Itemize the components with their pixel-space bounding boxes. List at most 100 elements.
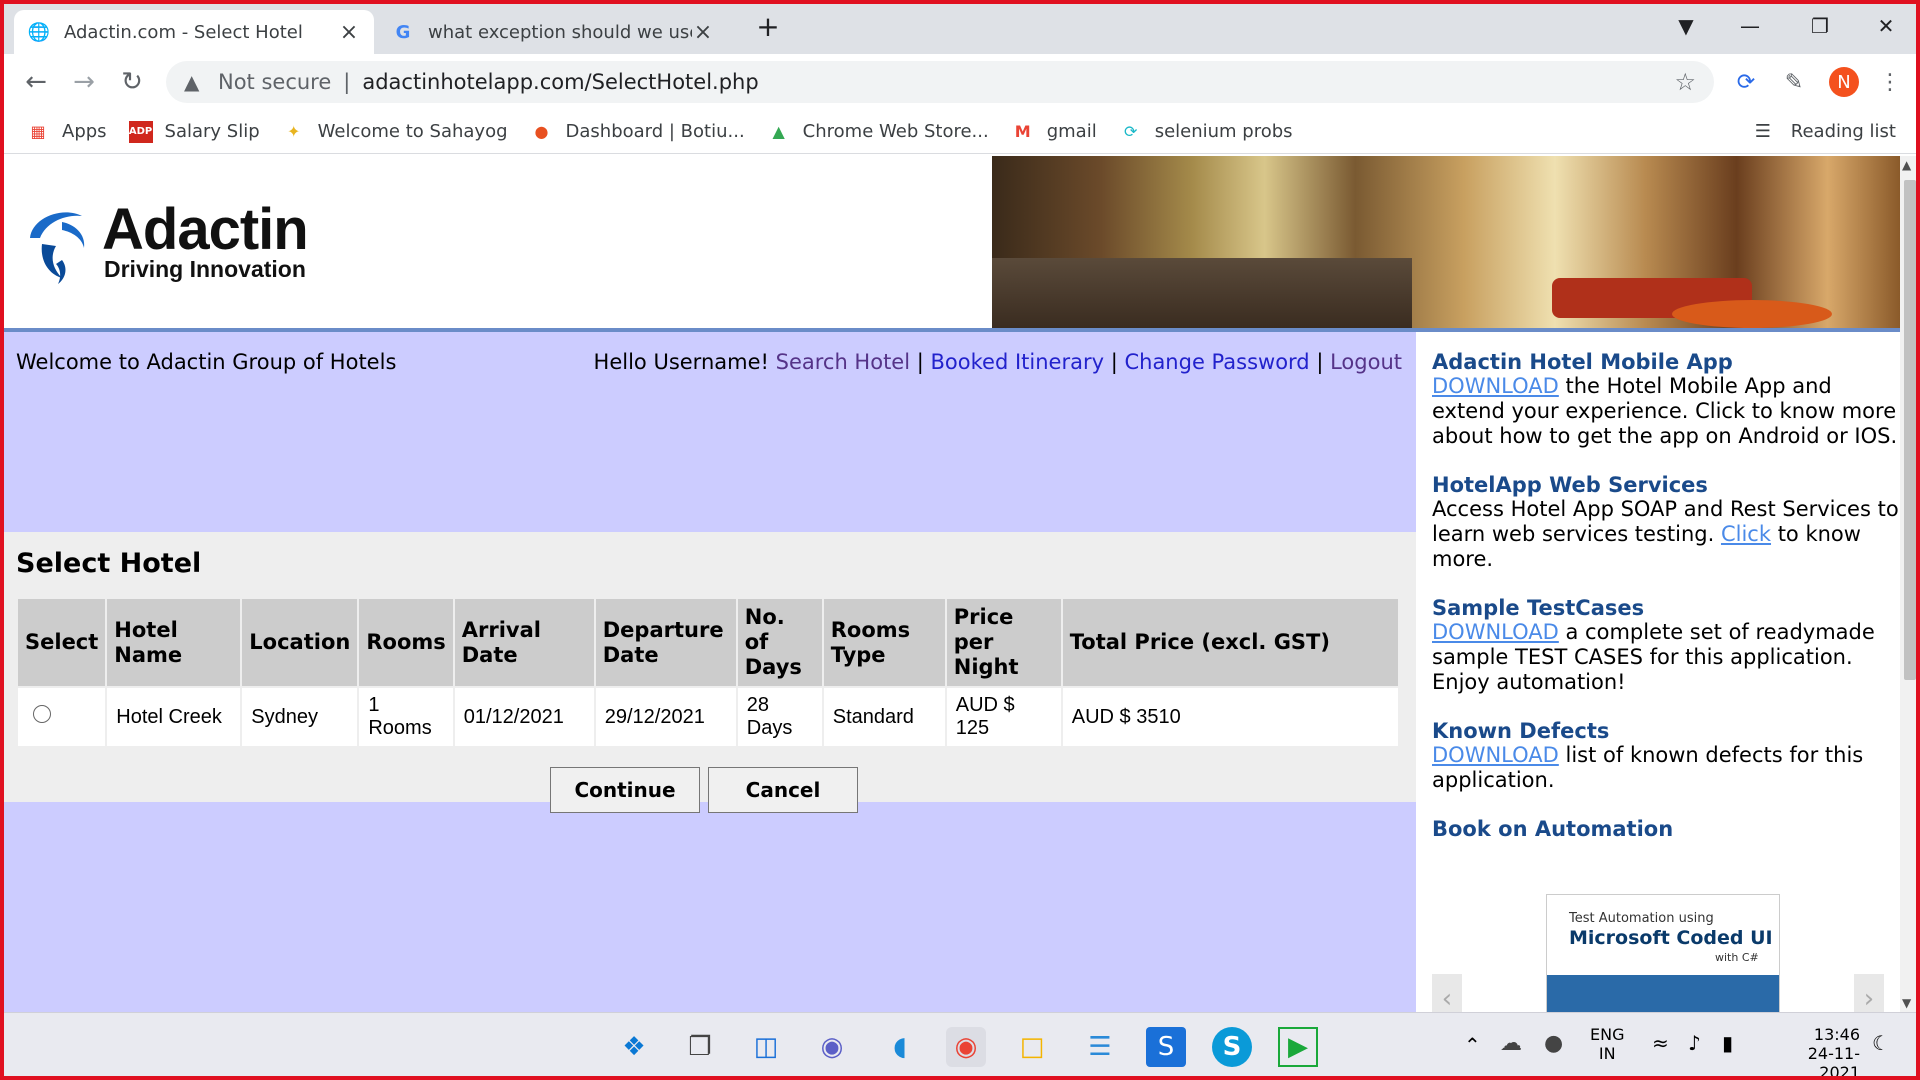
address-separator: |: [343, 70, 351, 94]
tab-search-icon[interactable]: ▼: [1656, 4, 1716, 48]
puzzle-extensions-icon[interactable]: ✎: [1776, 64, 1812, 100]
task-view-icon[interactable]: ❐: [680, 1027, 720, 1067]
edge-icon[interactable]: ◖: [880, 1027, 920, 1067]
sidebar-text-web-services: Access Hotel App SOAP and Rest Services …: [1432, 497, 1900, 572]
nav-logout[interactable]: Logout: [1330, 350, 1402, 374]
tray-overflow-icon[interactable]: ⌃: [1464, 1033, 1481, 1057]
logo-tagline: Driving Innovation: [104, 256, 306, 282]
book-cover-band: [1547, 975, 1779, 1012]
back-button[interactable]: ←: [16, 62, 56, 102]
room-type-cell: Standard: [823, 688, 945, 746]
bookmark-apps[interactable]: ▦ Apps: [26, 121, 106, 143]
scrollbar-thumb[interactable]: [1904, 180, 1916, 680]
nav-search-hotel[interactable]: Search Hotel: [776, 350, 910, 374]
scroll-down-icon[interactable]: ▼: [1902, 996, 1911, 1010]
tab-title: what exception should we use to: [428, 21, 692, 43]
language-indicator[interactable]: ENG IN: [1590, 1025, 1624, 1063]
nav-change-password[interactable]: Change Password: [1124, 350, 1309, 374]
menu-kebab-icon[interactable]: ⋮: [1872, 64, 1908, 100]
volume-icon[interactable]: ♪: [1688, 1031, 1701, 1055]
scroll-up-icon[interactable]: ▲: [1902, 158, 1911, 172]
notification-icon[interactable]: ☾: [1872, 1031, 1890, 1055]
reading-list-button[interactable]: ☰ Reading list: [1755, 121, 1896, 142]
bookmark-selenium[interactable]: ⟳ selenium probs: [1119, 121, 1293, 143]
nav-booked-itinerary[interactable]: Booked Itinerary: [931, 350, 1105, 374]
avatar: N: [1829, 67, 1859, 97]
botiu-icon: ●: [534, 122, 549, 141]
bookmark-label: gmail: [1046, 121, 1097, 142]
select-radio[interactable]: [33, 705, 51, 723]
minimize-button[interactable]: —: [1720, 4, 1780, 48]
microphone-icon[interactable]: ●: [1544, 1031, 1563, 1056]
defects-download-link[interactable]: DOWNLOAD: [1432, 743, 1559, 767]
continue-button[interactable]: Continue: [550, 767, 700, 813]
welcome-text: Welcome to Adactin Group of Hotels: [16, 350, 397, 374]
bookmarks-bar: ▦ Apps ADP Salary Slip ✦ Welcome to Saha…: [4, 110, 1916, 154]
book-cover-line3: with C#: [1715, 951, 1759, 964]
webstore-icon: ▲: [772, 122, 785, 141]
bookmark-gmail[interactable]: M gmail: [1011, 121, 1097, 143]
page-scrollbar[interactable]: ▲ ▼: [1900, 156, 1916, 1012]
notepad-icon[interactable]: ☰: [1080, 1027, 1120, 1067]
bookmark-webstore[interactable]: ▲ Chrome Web Store...: [767, 121, 989, 143]
page-viewport: Adactin Driving Innovation Welcome to Ad…: [4, 156, 1900, 1012]
nav-separator: |: [916, 350, 924, 374]
book-cover-image[interactable]: Test Automation using Microsoft Coded UI…: [1546, 894, 1780, 1012]
column-header: Select: [18, 599, 106, 686]
wifi-icon[interactable]: ≈: [1652, 1031, 1669, 1055]
book-cover-line2: Microsoft Coded UI: [1569, 927, 1773, 949]
new-tab-button[interactable]: +: [738, 4, 798, 48]
sidebar-text-testcases: DOWNLOAD a complete set of readymade sam…: [1432, 620, 1900, 695]
testcases-download-link[interactable]: DOWNLOAD: [1432, 620, 1559, 644]
browser-window: 🌐 Adactin.com - Select Hotel × G what ex…: [0, 0, 1920, 1080]
widgets-icon[interactable]: ◫: [746, 1027, 786, 1067]
clock[interactable]: 13:46 24-11-2021: [1772, 1025, 1860, 1080]
sidebar-heading-web-services: HotelApp Web Services: [1432, 473, 1708, 497]
onedrive-cloud-icon[interactable]: ☁: [1500, 1031, 1522, 1056]
departure-date-cell: 29/12/2021: [595, 688, 736, 746]
tab-adactin[interactable]: 🌐 Adactin.com - Select Hotel ×: [14, 10, 374, 54]
column-header: Hotel Name: [107, 599, 241, 686]
webservices-click-link[interactable]: Click: [1721, 522, 1771, 546]
close-tab-icon[interactable]: ×: [692, 20, 714, 45]
clock-date: 24-11-2021: [1807, 1044, 1860, 1080]
carousel-next-button[interactable]: ›: [1854, 974, 1884, 1012]
profile-avatar[interactable]: N: [1826, 64, 1862, 100]
close-tab-icon[interactable]: ×: [338, 20, 360, 45]
address-bar[interactable]: ▲ Not secure | adactinhotelapp.com/Selec…: [166, 61, 1714, 103]
bookmark-sahayog[interactable]: ✦ Welcome to Sahayog: [282, 121, 508, 143]
bookmark-star-icon[interactable]: ☆: [1674, 68, 1696, 96]
forward-button[interactable]: →: [64, 62, 104, 102]
days-cell: 28 Days: [737, 688, 822, 746]
file-explorer-icon[interactable]: □: [1012, 1027, 1052, 1067]
cancel-button[interactable]: Cancel: [708, 767, 858, 813]
bookmark-salary-slip[interactable]: ADP Salary Slip: [128, 120, 260, 143]
apps-grid-icon: ▦: [30, 122, 46, 141]
adp-icon: ADP: [128, 120, 153, 143]
mobile-download-link[interactable]: DOWNLOAD: [1432, 374, 1559, 398]
battery-icon[interactable]: ▮: [1722, 1031, 1733, 1055]
language-code: ENG: [1590, 1025, 1625, 1044]
google-g-icon: G: [395, 21, 411, 43]
hotel-lobby-image: [992, 156, 1900, 328]
chat-icon[interactable]: ◉: [812, 1027, 852, 1067]
bookmark-botiu[interactable]: ● Dashboard | Botiu...: [530, 121, 745, 143]
skype-icon[interactable]: S: [1212, 1027, 1252, 1067]
arrival-date-cell: 01/12/2021: [454, 688, 594, 746]
media-player-icon[interactable]: ▶: [1278, 1027, 1318, 1067]
selenium-icon: ⟳: [1124, 122, 1138, 141]
extension-icon[interactable]: ⟳: [1728, 64, 1764, 100]
tab-google-search[interactable]: G what exception should we use to ×: [378, 10, 728, 54]
chrome-icon[interactable]: ◉: [946, 1027, 986, 1067]
carousel-prev-button[interactable]: ‹: [1432, 974, 1462, 1012]
sahayog-icon: ✦: [286, 122, 301, 141]
location-cell: Sydney: [242, 688, 358, 746]
start-icon[interactable]: ❖: [614, 1027, 654, 1067]
app-s-icon[interactable]: S: [1146, 1027, 1186, 1067]
lobby-desk: [992, 258, 1412, 328]
sidebar-text-defects: DOWNLOAD list of known defects for this …: [1432, 743, 1900, 793]
column-header: Total Price (excl. GST): [1062, 599, 1398, 686]
restore-button[interactable]: ❐: [1790, 4, 1850, 48]
close-window-button[interactable]: ✕: [1856, 4, 1916, 48]
reload-button[interactable]: ↻: [112, 62, 152, 102]
